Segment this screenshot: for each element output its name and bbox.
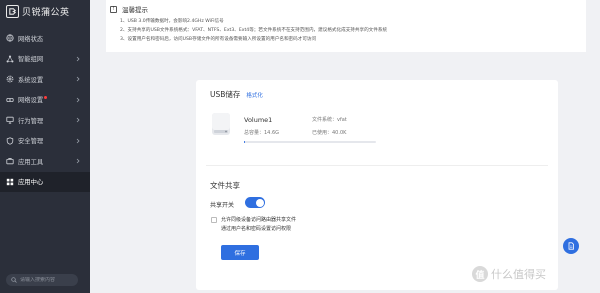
sidebar-search <box>6 274 78 286</box>
sidebar-item-label: 应用工具 <box>18 158 44 166</box>
sidebar-item-label: 系统设置 <box>18 76 44 84</box>
format-link[interactable]: 格式化 <box>246 91 263 99</box>
storage-title: USB储存 <box>210 90 241 99</box>
tip-line: 3、设置用户名和密码后，访问USB存储文件的所有设备需要输入所设置的用户名和密码… <box>120 37 317 42</box>
watermark-text: 什么值得买 <box>491 268 546 281</box>
chevron-right-icon <box>76 158 80 164</box>
sidebar: 贝锐蒲公英 网络状态 智能组网 系统设置 网络设置 行为管理 安全管理 应用工具… <box>0 0 90 293</box>
toggle-knob <box>255 198 264 207</box>
monitor-icon <box>6 116 14 124</box>
globe-icon <box>6 34 14 42</box>
watermark: 值 什么值得买 <box>472 266 546 282</box>
sidebar-item-app-tools[interactable]: 应用工具 <box>0 151 90 172</box>
volume-usage-bar <box>244 141 376 143</box>
volume-total: 总容量：14.6G <box>244 130 280 136</box>
search-input[interactable] <box>20 277 76 283</box>
watermark-logo: 值 <box>472 266 488 282</box>
info-icon: ! <box>110 5 117 13</box>
checkbox-text: 通过用户名和密码设置访问权限 <box>221 226 292 232</box>
toolbox-icon <box>6 157 14 165</box>
volume-name: Volume1 <box>244 116 273 124</box>
share-title: 文件共享 <box>210 181 240 190</box>
sidebar-item-app-center[interactable]: 应用中心 <box>0 171 90 192</box>
volume-usage-fill <box>244 141 246 143</box>
sidebar-item-label: 网络设置 <box>18 97 44 105</box>
sidebar-item-system-settings[interactable]: 系统设置 <box>0 69 90 90</box>
divider <box>206 165 548 166</box>
network-icon <box>6 55 14 63</box>
notification-dot <box>44 95 48 99</box>
access-permission-checkbox[interactable] <box>211 217 217 223</box>
brand-logo-icon <box>6 4 19 18</box>
chevron-right-icon <box>76 138 80 143</box>
save-button[interactable]: 保存 <box>221 245 259 260</box>
tip-line: 2、支持共享的USB文件系统格式：VFAT、NTFS、Ext3、Ext4等；若文… <box>120 28 388 33</box>
volume-filesystem: 文件系统：vfat <box>312 117 347 123</box>
sidebar-item-behavior-management[interactable]: 行为管理 <box>0 110 90 131</box>
brand-name: 贝锐蒲公英 <box>22 7 70 18</box>
document-icon <box>568 242 574 250</box>
tips-title: ! 温馨提示 <box>110 4 148 14</box>
sidebar-item-label: 网络状态 <box>18 35 44 43</box>
hard-drive-icon <box>212 113 230 135</box>
sidebar-item-label: 智能组网 <box>18 56 44 64</box>
apps-icon <box>6 178 14 186</box>
shield-icon <box>6 137 14 145</box>
share-switch-label: 共享开关 <box>210 202 235 209</box>
tips-title-text: 温馨提示 <box>122 6 148 14</box>
brand: 贝锐蒲公英 <box>0 0 90 22</box>
sidebar-nav: 网络状态 智能组网 系统设置 网络设置 行为管理 安全管理 应用工具 应用中心 <box>0 28 90 192</box>
storage-header: USB储存 格式化 <box>210 89 263 100</box>
sidebar-item-network-settings[interactable]: 网络设置 <box>0 90 90 111</box>
chevron-right-icon <box>76 56 80 61</box>
sidebar-item-label: 应用中心 <box>18 179 44 187</box>
volume-used: 已使用：40.0K <box>312 130 347 136</box>
checkbox-text: 允许同级设备访问路由器共享文件 <box>221 217 297 223</box>
tip-line: 1、USB 3.0传输数据时，会影响2.4GHz WiFi信号 <box>120 19 224 24</box>
sidebar-item-label: 安全管理 <box>18 138 44 146</box>
floating-action-button[interactable] <box>563 238 579 254</box>
chevron-right-icon <box>76 117 80 123</box>
share-toggle[interactable] <box>245 197 265 208</box>
chevron-right-icon <box>76 97 80 102</box>
sidebar-item-smart-network[interactable]: 智能组网 <box>0 49 90 70</box>
sidebar-item-network-status[interactable]: 网络状态 <box>0 28 90 49</box>
link-icon <box>6 96 14 104</box>
sidebar-item-security-management[interactable]: 安全管理 <box>0 131 90 152</box>
settings-icon <box>6 75 14 83</box>
tips-box <box>106 0 586 52</box>
sidebar-item-label: 行为管理 <box>18 117 44 125</box>
chevron-right-icon <box>76 76 80 82</box>
search-icon <box>11 277 17 283</box>
